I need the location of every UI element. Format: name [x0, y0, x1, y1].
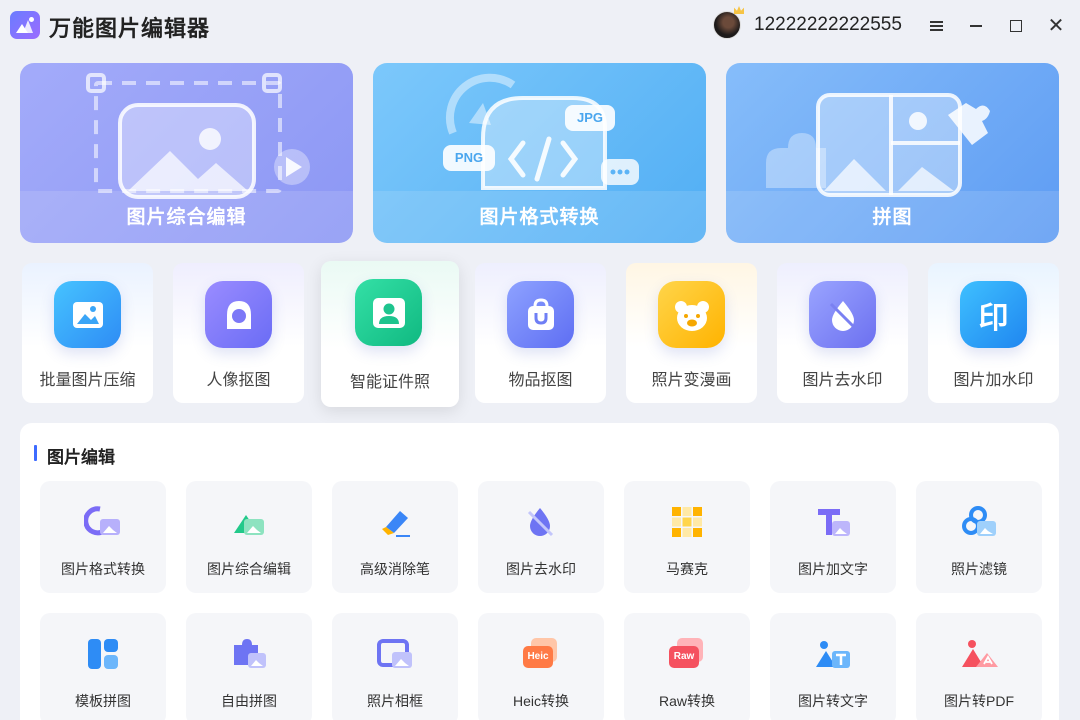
title-bar: 万能图片编辑器 12222222222555 ✕	[0, 0, 1080, 52]
tool-batch-compress[interactable]: 批量图片压缩	[22, 263, 153, 403]
item-label: 图片格式转换	[61, 561, 145, 577]
item-label: 模板拼图	[75, 693, 131, 709]
item-image-to-text[interactable]: 图片转文字	[770, 613, 896, 720]
eraser-icon	[376, 503, 414, 541]
id-photo-icon	[355, 279, 422, 346]
hero-card-collage[interactable]: 拼图	[726, 63, 1059, 243]
format-convert-icon	[84, 503, 122, 541]
image-edit-panel: 图片编辑 图片格式转换 图片综合编辑 高级消除笔 图片去水印 马赛克 图片加文字…	[20, 423, 1059, 720]
tool-label: 批量图片压缩	[39, 372, 136, 389]
hero-card-format-convert[interactable]: PNG JPG 图片格式转换	[373, 63, 706, 243]
item-label: 图片转文字	[798, 693, 868, 709]
avatar[interactable]	[713, 6, 744, 39]
tool-add-watermark[interactable]: 印 图片加水印	[928, 263, 1059, 403]
item-format-convert[interactable]: 图片格式转换	[40, 481, 166, 593]
tool-label: 图片去水印	[802, 372, 883, 389]
maximize-icon[interactable]	[1004, 14, 1028, 38]
item-label: 自由拼图	[221, 693, 277, 709]
item-photo-frame[interactable]: 照片相框	[332, 613, 458, 720]
tool-portrait-cutout[interactable]: 人像抠图	[173, 263, 304, 403]
tool-object-cutout[interactable]: 物品抠图	[475, 263, 606, 403]
item-raw-convert[interactable]: Raw Raw转换	[624, 613, 750, 720]
menu-icon[interactable]	[924, 14, 948, 38]
app-logo-icon	[10, 11, 40, 39]
item-remove-watermark[interactable]: 图片去水印	[478, 481, 604, 593]
item-add-text[interactable]: 图片加文字	[770, 481, 896, 593]
heic-badge: Heic	[523, 646, 553, 668]
section-title: 图片编辑	[34, 443, 115, 468]
heic-icon: Heic	[522, 635, 560, 673]
stamp-glyph: 印	[978, 300, 1009, 336]
image-to-pdf-icon	[960, 635, 998, 673]
tool-photo-to-cartoon[interactable]: 照片变漫画	[626, 263, 757, 403]
watermark-drop-icon	[522, 503, 560, 541]
mosaic-icon	[668, 503, 706, 541]
item-label: 图片综合编辑	[207, 561, 291, 577]
tool-smart-id-photo[interactable]: 智能证件照	[321, 261, 459, 407]
filter-icon	[960, 503, 998, 541]
item-label: 照片滤镜	[951, 561, 1007, 577]
item-label: 图片去水印	[506, 561, 576, 577]
jpg-badge: JPG	[576, 110, 603, 125]
crown-icon	[734, 6, 744, 14]
item-advanced-eraser[interactable]: 高级消除笔	[332, 481, 458, 593]
item-photo-filter[interactable]: 照片滤镜	[916, 481, 1042, 593]
tool-label: 照片变漫画	[651, 372, 732, 389]
drop-icon	[809, 281, 876, 348]
hero-label: 图片格式转换	[479, 207, 600, 228]
username[interactable]: 12222222222555	[754, 14, 902, 36]
tool-label: 物品抠图	[508, 372, 573, 389]
item-label: Raw转换	[658, 693, 715, 709]
frame-icon	[376, 635, 414, 673]
tool-label: 智能证件照	[349, 374, 430, 391]
minimize-icon[interactable]	[964, 14, 988, 38]
item-heic-convert[interactable]: Heic Heic转换	[478, 613, 604, 720]
tool-remove-watermark[interactable]: 图片去水印	[777, 263, 908, 403]
item-mosaic[interactable]: 马赛克	[624, 481, 750, 593]
hero-card-image-edit[interactable]: 图片综合编辑	[20, 63, 353, 243]
bear-icon	[658, 281, 725, 348]
raw-badge: Raw	[669, 646, 699, 668]
hero-label: 图片综合编辑	[126, 207, 247, 228]
tool-label: 图片加水印	[953, 372, 1034, 389]
png-badge: PNG	[454, 150, 484, 165]
bag-icon	[507, 281, 574, 348]
portrait-icon	[205, 281, 272, 348]
item-label: 马赛克	[666, 561, 708, 577]
item-comprehensive-edit[interactable]: 图片综合编辑	[186, 481, 312, 593]
item-label: 照片相框	[367, 693, 423, 709]
stamp-icon: 印	[960, 281, 1027, 348]
item-label: 图片加文字	[798, 561, 868, 577]
app-title: 万能图片编辑器	[49, 16, 211, 41]
tool-label: 人像抠图	[206, 372, 271, 389]
item-label: 图片转PDF	[944, 693, 1014, 709]
item-label: Heic转换	[512, 693, 569, 709]
puzzle-icon	[230, 635, 268, 673]
hero-label: 拼图	[872, 207, 913, 228]
item-label: 高级消除笔	[360, 561, 430, 577]
text-icon	[814, 503, 852, 541]
raw-icon: Raw	[668, 635, 706, 673]
image-to-text-icon	[814, 635, 852, 673]
close-icon[interactable]: ✕	[1044, 14, 1068, 38]
comprehensive-edit-icon	[230, 503, 268, 541]
item-free-collage[interactable]: 自由拼图	[186, 613, 312, 720]
compress-icon	[54, 281, 121, 348]
item-template-collage[interactable]: 模板拼图	[40, 613, 166, 720]
template-collage-icon	[84, 635, 122, 673]
item-image-to-pdf[interactable]: 图片转PDF	[916, 613, 1042, 720]
